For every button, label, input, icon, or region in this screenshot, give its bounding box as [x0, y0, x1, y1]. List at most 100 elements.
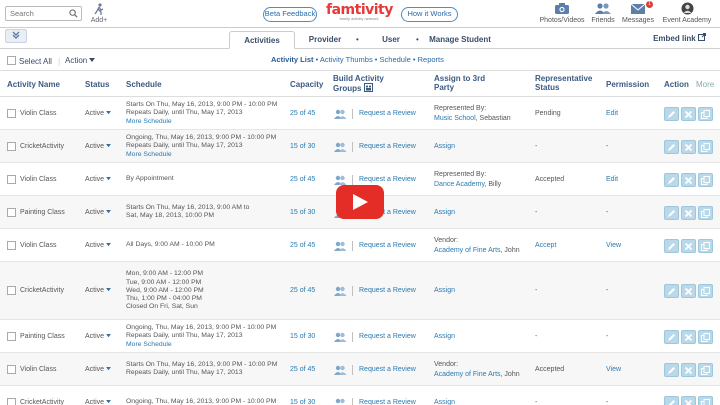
- capacity-link[interactable]: 15 of 30: [290, 143, 315, 150]
- rep-status[interactable]: Accept: [535, 242, 556, 249]
- build-group-icon[interactable]: [333, 142, 347, 154]
- collapse-toggle[interactable]: [5, 29, 27, 43]
- capacity-link[interactable]: 25 of 45: [290, 287, 315, 294]
- copy-button[interactable]: [698, 329, 713, 344]
- status-dropdown[interactable]: Active: [85, 242, 111, 249]
- embed-link[interactable]: Embed link: [653, 33, 706, 43]
- search-input[interactable]: [6, 7, 68, 20]
- header-status[interactable]: Status: [85, 80, 109, 89]
- header-rep-status[interactable]: Representative Status: [535, 74, 595, 92]
- friends-link[interactable]: Friends: [589, 2, 617, 24]
- copy-button[interactable]: [698, 139, 713, 154]
- row-checkbox[interactable]: [7, 240, 16, 250]
- video-play-button[interactable]: [336, 185, 384, 219]
- header-build-groups[interactable]: Build Activity Groups: [333, 74, 395, 93]
- edit-button[interactable]: [664, 106, 679, 121]
- request-review-link[interactable]: Request a Review: [359, 366, 416, 373]
- edit-button[interactable]: [664, 284, 679, 298]
- capacity-link[interactable]: 25 of 45: [290, 110, 315, 117]
- activity-name-link[interactable]: Violin Class: [20, 366, 56, 375]
- request-review-link[interactable]: Request a Review: [359, 176, 416, 183]
- subnav-reports[interactable]: Reports: [418, 55, 444, 64]
- status-dropdown[interactable]: Active: [85, 209, 111, 216]
- status-dropdown[interactable]: Active: [85, 143, 111, 150]
- search-icon[interactable]: [69, 9, 78, 20]
- request-review-link[interactable]: Request a Review: [359, 287, 416, 294]
- request-review-link[interactable]: Request a Review: [359, 242, 416, 249]
- header-permission[interactable]: Permission: [606, 80, 649, 89]
- header-more[interactable]: More: [696, 80, 714, 89]
- status-dropdown[interactable]: Active: [85, 110, 111, 117]
- copy-button[interactable]: [698, 238, 713, 253]
- capacity-link[interactable]: 15 of 30: [290, 399, 315, 405]
- permission-link[interactable]: View: [606, 366, 621, 373]
- subnav-activity-thumbs[interactable]: Activity Thumbs: [320, 55, 373, 64]
- capacity-link[interactable]: 25 of 45: [290, 242, 315, 249]
- more-schedule-link[interactable]: More Schedule: [126, 151, 286, 159]
- request-review-link[interactable]: Request a Review: [359, 399, 416, 405]
- edit-button[interactable]: [664, 238, 679, 253]
- tab-activities[interactable]: Activities: [229, 31, 295, 49]
- status-dropdown[interactable]: Active: [85, 333, 111, 340]
- more-schedule-link[interactable]: More Schedule: [126, 341, 286, 349]
- activity-name-link[interactable]: CricketActivity: [20, 287, 64, 296]
- build-group-icon[interactable]: [333, 109, 347, 121]
- activity-name-link[interactable]: Violin Class: [20, 176, 56, 185]
- row-checkbox[interactable]: [7, 141, 16, 151]
- header-schedule[interactable]: Schedule: [126, 80, 162, 89]
- request-review-link[interactable]: Request a Review: [359, 110, 416, 117]
- assign-link[interactable]: Assign: [434, 287, 455, 294]
- copy-button[interactable]: [698, 362, 713, 377]
- delete-button[interactable]: [681, 205, 696, 220]
- logo[interactable]: famtivity family activity network: [326, 2, 393, 21]
- activity-name-link[interactable]: Painting Class: [20, 333, 65, 342]
- delete-button[interactable]: [681, 238, 696, 253]
- capacity-link[interactable]: 15 of 30: [290, 333, 315, 340]
- delete-button[interactable]: [681, 139, 696, 154]
- request-review-link[interactable]: Request a Review: [359, 143, 416, 150]
- row-checkbox[interactable]: [7, 108, 16, 118]
- copy-button[interactable]: [698, 395, 713, 405]
- copy-button[interactable]: [698, 205, 713, 220]
- how-it-works-button[interactable]: How it Works: [401, 7, 458, 22]
- row-checkbox[interactable]: [7, 207, 16, 217]
- copy-button[interactable]: [698, 172, 713, 187]
- build-group-icon[interactable]: [333, 241, 347, 253]
- assign-link[interactable]: Assign: [434, 209, 455, 216]
- tab-user[interactable]: User: [376, 31, 406, 49]
- activity-name-link[interactable]: CricketActivity: [20, 399, 64, 405]
- activity-name-link[interactable]: CricketActivity: [20, 143, 64, 152]
- capacity-link[interactable]: 25 of 45: [290, 366, 315, 373]
- subnav-activity-list[interactable]: Activity List: [271, 55, 314, 64]
- assign-link[interactable]: Assign: [434, 143, 455, 150]
- request-review-link[interactable]: Request a Review: [359, 333, 416, 340]
- activity-name-link[interactable]: Painting Class: [20, 209, 65, 218]
- edit-button[interactable]: [664, 395, 679, 405]
- action-dropdown[interactable]: Action: [65, 56, 96, 65]
- delete-button[interactable]: [681, 329, 696, 344]
- build-group-icon[interactable]: [333, 286, 347, 298]
- assign-partner-link[interactable]: Music School: [434, 115, 476, 122]
- select-all-checkbox[interactable]: [7, 56, 16, 65]
- activity-name-link[interactable]: Violin Class: [20, 110, 56, 119]
- build-group-icon[interactable]: [333, 398, 347, 405]
- photos-videos-link[interactable]: Photos/Videos: [538, 2, 586, 24]
- row-checkbox[interactable]: [7, 397, 16, 405]
- build-group-icon[interactable]: [333, 332, 347, 344]
- permission-link[interactable]: Edit: [606, 176, 618, 183]
- delete-button[interactable]: [681, 106, 696, 121]
- subnav-schedule[interactable]: Schedule: [380, 55, 411, 64]
- header-assign[interactable]: Assign to 3rd Party: [434, 74, 494, 92]
- status-dropdown[interactable]: Active: [85, 176, 111, 183]
- assign-link[interactable]: Assign: [434, 399, 455, 405]
- assign-partner-link[interactable]: Dance Academy: [434, 181, 484, 188]
- copy-button[interactable]: [698, 284, 713, 298]
- row-checkbox[interactable]: [7, 364, 16, 374]
- status-dropdown[interactable]: Active: [85, 399, 111, 405]
- delete-button[interactable]: [681, 284, 696, 298]
- edit-button[interactable]: [664, 329, 679, 344]
- tab-manage-student[interactable]: Manage Student: [428, 31, 492, 49]
- permission-link[interactable]: View: [606, 242, 621, 249]
- edit-button[interactable]: [664, 362, 679, 377]
- assign-link[interactable]: Assign: [434, 333, 455, 340]
